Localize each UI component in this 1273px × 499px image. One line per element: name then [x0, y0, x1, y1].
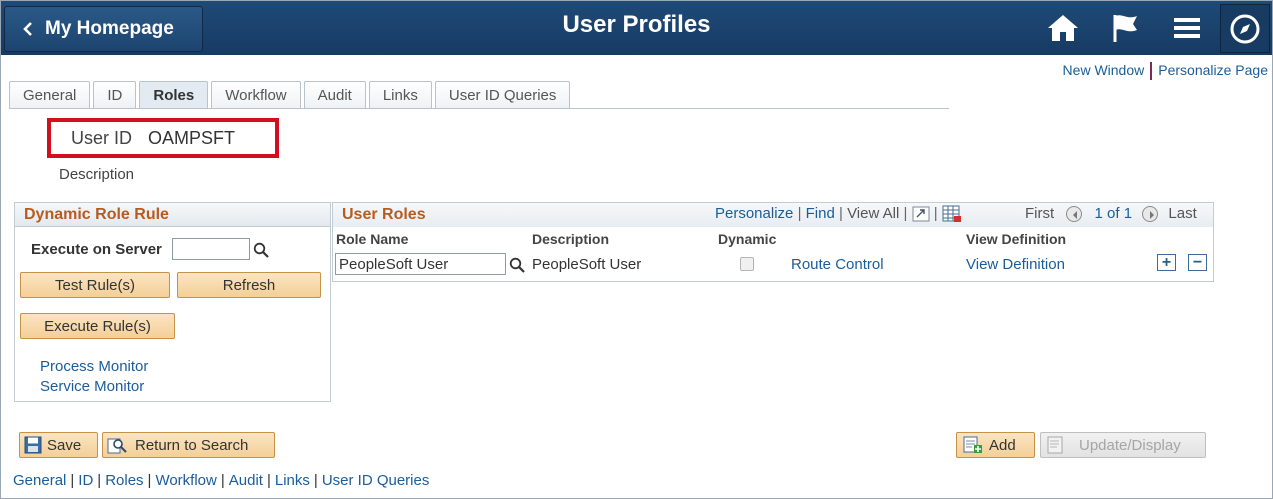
dynamic-role-rule-title: Dynamic Role Rule [15, 203, 330, 227]
col-description: Description [532, 231, 610, 247]
bottom-page-links: General | ID | Roles | Workflow | Audit | Links | Us… [13, 472, 430, 489]
execute-on-server-label: Execute on Server [31, 241, 162, 258]
search-icon[interactable] [253, 242, 269, 258]
user-id-value: OAMPSFT [148, 127, 236, 148]
role-name-input[interactable] [335, 253, 506, 275]
chevron-left-icon [23, 22, 32, 36]
top-links: New Window Personalize Page [1063, 62, 1268, 81]
route-control-link[interactable]: Route Control [791, 256, 884, 273]
user-id-highlight: User ID OAMPSFT [47, 118, 279, 158]
download-excel-icon[interactable] [942, 205, 962, 223]
bottom-link-id[interactable]: ID [78, 472, 93, 489]
dynamic-checkbox [740, 257, 754, 271]
role-description: PeopleSoft User [532, 256, 642, 273]
user-roles-grid: User Roles Personalize | Find | View All… [332, 202, 1214, 282]
save-button[interactable]: Save [19, 432, 98, 458]
user-id-label: User ID [71, 127, 133, 148]
add-row-icon[interactable]: + [1157, 254, 1176, 271]
dynamic-role-rule-panel: Dynamic Role Rule Execute on Server Test… [14, 202, 331, 402]
service-monitor-link[interactable]: Service Monitor [40, 378, 144, 395]
test-rules-button[interactable]: Test Rule(s) [20, 272, 170, 298]
bottom-link-links[interactable]: Links [275, 472, 310, 489]
page-tabs: General ID Roles Workflow Audit Links Us… [9, 81, 571, 109]
bottom-link-audit[interactable]: Audit [229, 472, 263, 489]
tab-id[interactable]: ID [93, 81, 137, 109]
grid-pagination: First 1 of 1 Last [1025, 205, 1197, 223]
menu-icon[interactable] [1167, 9, 1207, 47]
tab-links[interactable]: Links [368, 81, 432, 109]
delete-row-icon[interactable]: − [1188, 254, 1207, 271]
navbar-compass-icon[interactable] [1220, 4, 1270, 53]
refresh-button[interactable]: Refresh [177, 272, 321, 298]
next-row-icon[interactable] [1142, 206, 1159, 223]
user-roles-title: User Roles [342, 206, 426, 223]
add-label: Add [989, 436, 1016, 454]
update-display-label: Update/Display [1079, 436, 1181, 454]
bottom-link-workflow[interactable]: Workflow [155, 472, 216, 489]
save-disk-icon [24, 436, 42, 454]
home-icon[interactable] [1043, 9, 1083, 47]
return-to-search-button[interactable]: Return to Search [102, 432, 275, 458]
flag-icon[interactable] [1105, 9, 1145, 47]
grid-first-label[interactable]: First [1025, 205, 1054, 222]
return-search-icon [107, 438, 127, 454]
update-display-button[interactable]: Update/Display [1040, 432, 1206, 458]
add-document-icon [963, 436, 982, 453]
grid-personalize-link[interactable]: Personalize [715, 205, 793, 222]
zoom-grid-icon[interactable] [912, 206, 930, 222]
header-banner: My Homepage User Profiles [1, 1, 1272, 55]
add-button[interactable]: Add [956, 432, 1035, 458]
view-definition-link[interactable]: View Definition [966, 256, 1065, 273]
new-window-link[interactable]: New Window [1063, 62, 1145, 78]
execute-on-server-input[interactable] [172, 238, 250, 260]
previous-row-icon[interactable] [1066, 206, 1083, 223]
role-lookup-search-icon[interactable] [509, 257, 525, 273]
back-label: My Homepage [45, 18, 174, 39]
save-label: Save [47, 436, 82, 454]
tab-divider [9, 108, 949, 109]
return-to-search-label: Return to Search [135, 436, 249, 454]
tab-general[interactable]: General [9, 81, 91, 109]
process-monitor-link[interactable]: Process Monitor [40, 358, 148, 375]
grid-view-all-link[interactable]: View All [847, 205, 899, 222]
tab-audit[interactable]: Audit [303, 81, 366, 109]
execute-rules-button[interactable]: Execute Rule(s) [20, 313, 175, 339]
tab-roles[interactable]: Roles [139, 81, 209, 109]
tab-user-id-queries[interactable]: User ID Queries [434, 81, 571, 109]
grid-range: 1 of 1 [1094, 205, 1133, 222]
bottom-link-user-id-queries[interactable]: User ID Queries [322, 472, 430, 489]
bottom-link-roles[interactable]: Roles [105, 472, 143, 489]
back-to-homepage-button[interactable]: My Homepage [4, 6, 203, 52]
grid-find-link[interactable]: Find [806, 205, 835, 222]
bottom-link-general[interactable]: General [13, 472, 66, 489]
col-role-name: Role Name [336, 231, 409, 247]
update-display-icon [1047, 436, 1063, 454]
col-view-definition: View Definition [966, 231, 1067, 247]
grid-last-label[interactable]: Last [1168, 205, 1196, 222]
tab-workflow[interactable]: Workflow [211, 81, 301, 109]
description-label: Description [59, 166, 135, 183]
col-dynamic: Dynamic [718, 231, 777, 247]
grid-toolbar: Personalize | Find | View All | | [715, 205, 962, 223]
personalize-page-link[interactable]: Personalize Page [1158, 62, 1268, 78]
